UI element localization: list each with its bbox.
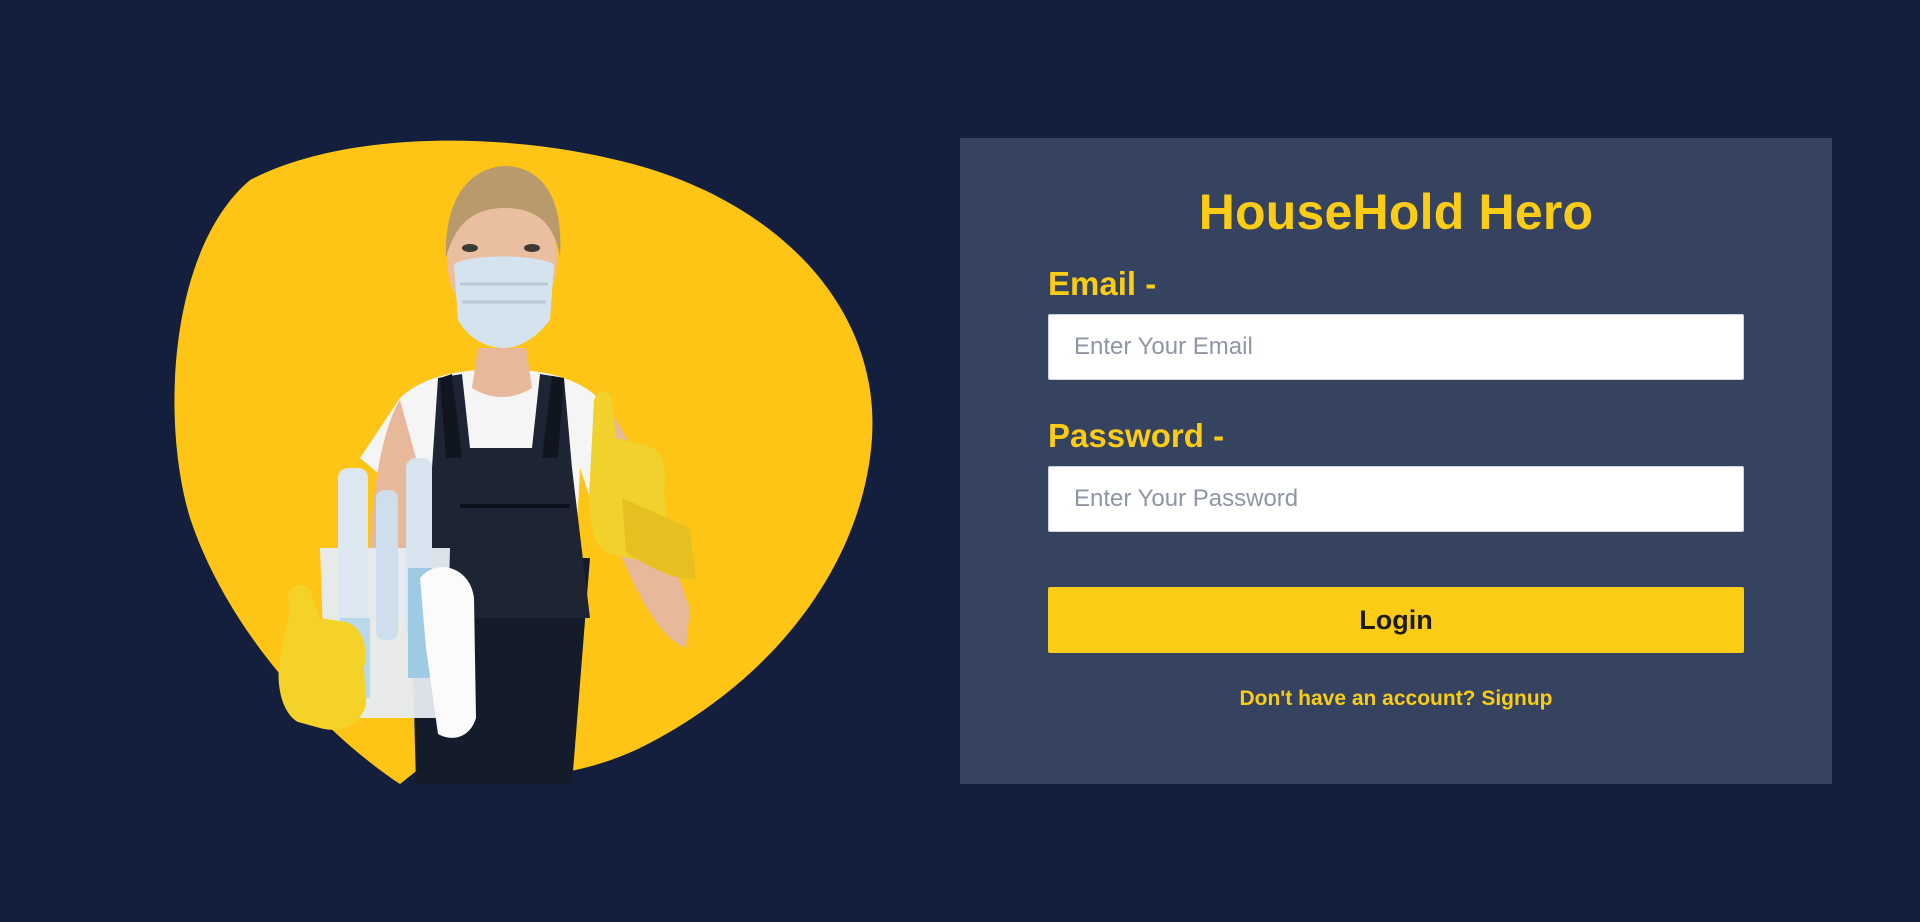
email-label: Email - [1048,265,1157,302]
email-input[interactable] [1048,314,1744,380]
password-input[interactable] [1048,466,1744,532]
login-button[interactable]: Login [1048,587,1744,653]
app-title: HouseHold Hero [1198,184,1594,240]
signup-prompt: Don't have an account? Signup [1048,687,1744,711]
login-card: HouseHold Hero Email - Password - Login … [960,138,1832,784]
password-label: Password - [1048,417,1225,454]
hero-illustration [170,138,880,784]
signup-link[interactable]: Don't have an account? Signup [1239,687,1552,710]
